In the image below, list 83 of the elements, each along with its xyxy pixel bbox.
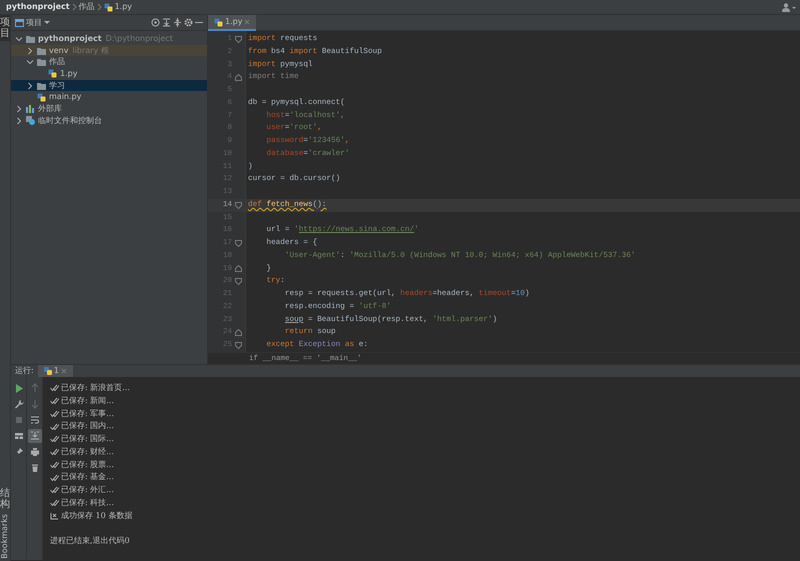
expand-all-icon[interactable] — [173, 18, 182, 27]
down-arrow-icon — [30, 399, 40, 409]
tree-label: 1.py — [60, 68, 78, 80]
tree-row[interactable]: 1.py — [11, 68, 207, 80]
run-tab[interactable]: 1 — [38, 365, 73, 377]
fold-icon[interactable] — [234, 36, 242, 43]
project-tab[interactable]: 项目 — [0, 15, 10, 41]
fold-icon[interactable] — [234, 202, 242, 209]
check-icon — [50, 474, 59, 482]
python-file-icon — [48, 69, 57, 78]
tree-note: library 根 — [72, 44, 109, 56]
caret-icon — [44, 20, 51, 24]
console-line: 进程已结束,退出代码0 — [50, 535, 130, 547]
library-icon — [26, 104, 35, 113]
check-icon — [50, 397, 59, 406]
scroll-to-end-button[interactable] — [28, 429, 42, 443]
python-icon — [44, 367, 52, 375]
stop-icon — [14, 415, 24, 425]
tree-note: D:\pythonproject — [106, 33, 173, 45]
check-icon — [50, 435, 59, 444]
tree-label: 临时文件和控制台 — [38, 114, 102, 127]
check-icon — [50, 410, 59, 418]
console-line: 已保存: 外汇... — [61, 484, 114, 496]
editor-tab[interactable]: 1.py — [208, 15, 256, 31]
scroll-to-end-icon — [30, 431, 40, 441]
up-arrow-icon — [30, 383, 40, 393]
collapse-all-icon[interactable] — [162, 18, 171, 27]
console-line: 成功保存 10 条数据 — [61, 510, 132, 522]
python-file-icon — [104, 2, 113, 12]
trash-icon — [30, 463, 40, 473]
side-tab[interactable]: Bookmarks — [0, 514, 11, 559]
python-file-icon — [214, 18, 223, 26]
breadcrumb-item[interactable]: pythonproject — [6, 0, 70, 14]
check-icon — [50, 499, 59, 508]
run-icon — [14, 383, 24, 393]
console-line: 已保存: 国际... — [61, 433, 114, 445]
wrench-icon — [14, 399, 24, 409]
console-line: 已保存: 基金... — [61, 471, 114, 484]
tree-row[interactable]: venv library 根 — [11, 44, 207, 56]
settings-icon[interactable] — [184, 18, 193, 27]
console-line: 已保存: 股票... — [61, 458, 114, 470]
tree-label: 作品 — [49, 56, 65, 68]
print-icon — [30, 447, 40, 457]
tree-row[interactable]: 作品 — [11, 56, 207, 68]
console-line: 已保存: 军事... — [61, 408, 114, 420]
view-dropdown[interactable]: 项目 — [26, 16, 51, 28]
breadcrumb-item[interactable]: 作品 — [78, 0, 95, 14]
fold-icon[interactable] — [234, 240, 242, 247]
user-menu-icon[interactable] — [782, 2, 796, 12]
tree-row[interactable]: 临时文件和控制台 — [11, 114, 207, 126]
tree-row[interactable]: pythonproject D:\pythonproject — [11, 33, 207, 45]
panel-title: 运行: — [15, 365, 34, 377]
chevron-icon — [72, 3, 77, 11]
tree-label: 学习 — [49, 80, 65, 92]
breadcrumb-item[interactable]: 1.py — [114, 0, 132, 14]
tree-label: 外部库 — [38, 103, 62, 115]
tree-row[interactable]: 学习 — [11, 80, 207, 92]
chevron-icon — [96, 3, 102, 11]
layout-icon — [14, 431, 24, 441]
tree-row[interactable]: main.py — [11, 91, 207, 104]
console-line: 已保存: 财经... — [61, 446, 114, 458]
check-icon — [50, 422, 59, 431]
wrap-icon — [30, 415, 40, 425]
console-line: 已保存: 新闻... — [61, 394, 114, 407]
check-icon — [50, 486, 59, 494]
fold-icon[interactable] — [234, 74, 242, 82]
console-line: 已保存: 国内... — [61, 420, 114, 432]
check-icon — [50, 448, 59, 456]
check-icon — [50, 460, 59, 469]
console-line: 已保存: 新浪首页... — [61, 382, 130, 394]
tree-label: pythonproject — [38, 33, 102, 45]
tree-row[interactable]: 外部库 — [11, 103, 207, 115]
tree-label: venv — [49, 44, 68, 56]
tree-label: main.py — [49, 91, 82, 104]
side-tab[interactable]: 结构 — [0, 486, 10, 512]
console-line: 已保存: 科技... — [61, 496, 114, 509]
panel-icon — [15, 18, 24, 26]
scratch-icon — [26, 116, 35, 126]
check-icon — [50, 384, 59, 392]
python-file-icon — [37, 92, 46, 102]
chart-icon — [50, 512, 59, 520]
folder-icon — [37, 82, 46, 90]
target-icon[interactable] — [151, 18, 160, 27]
